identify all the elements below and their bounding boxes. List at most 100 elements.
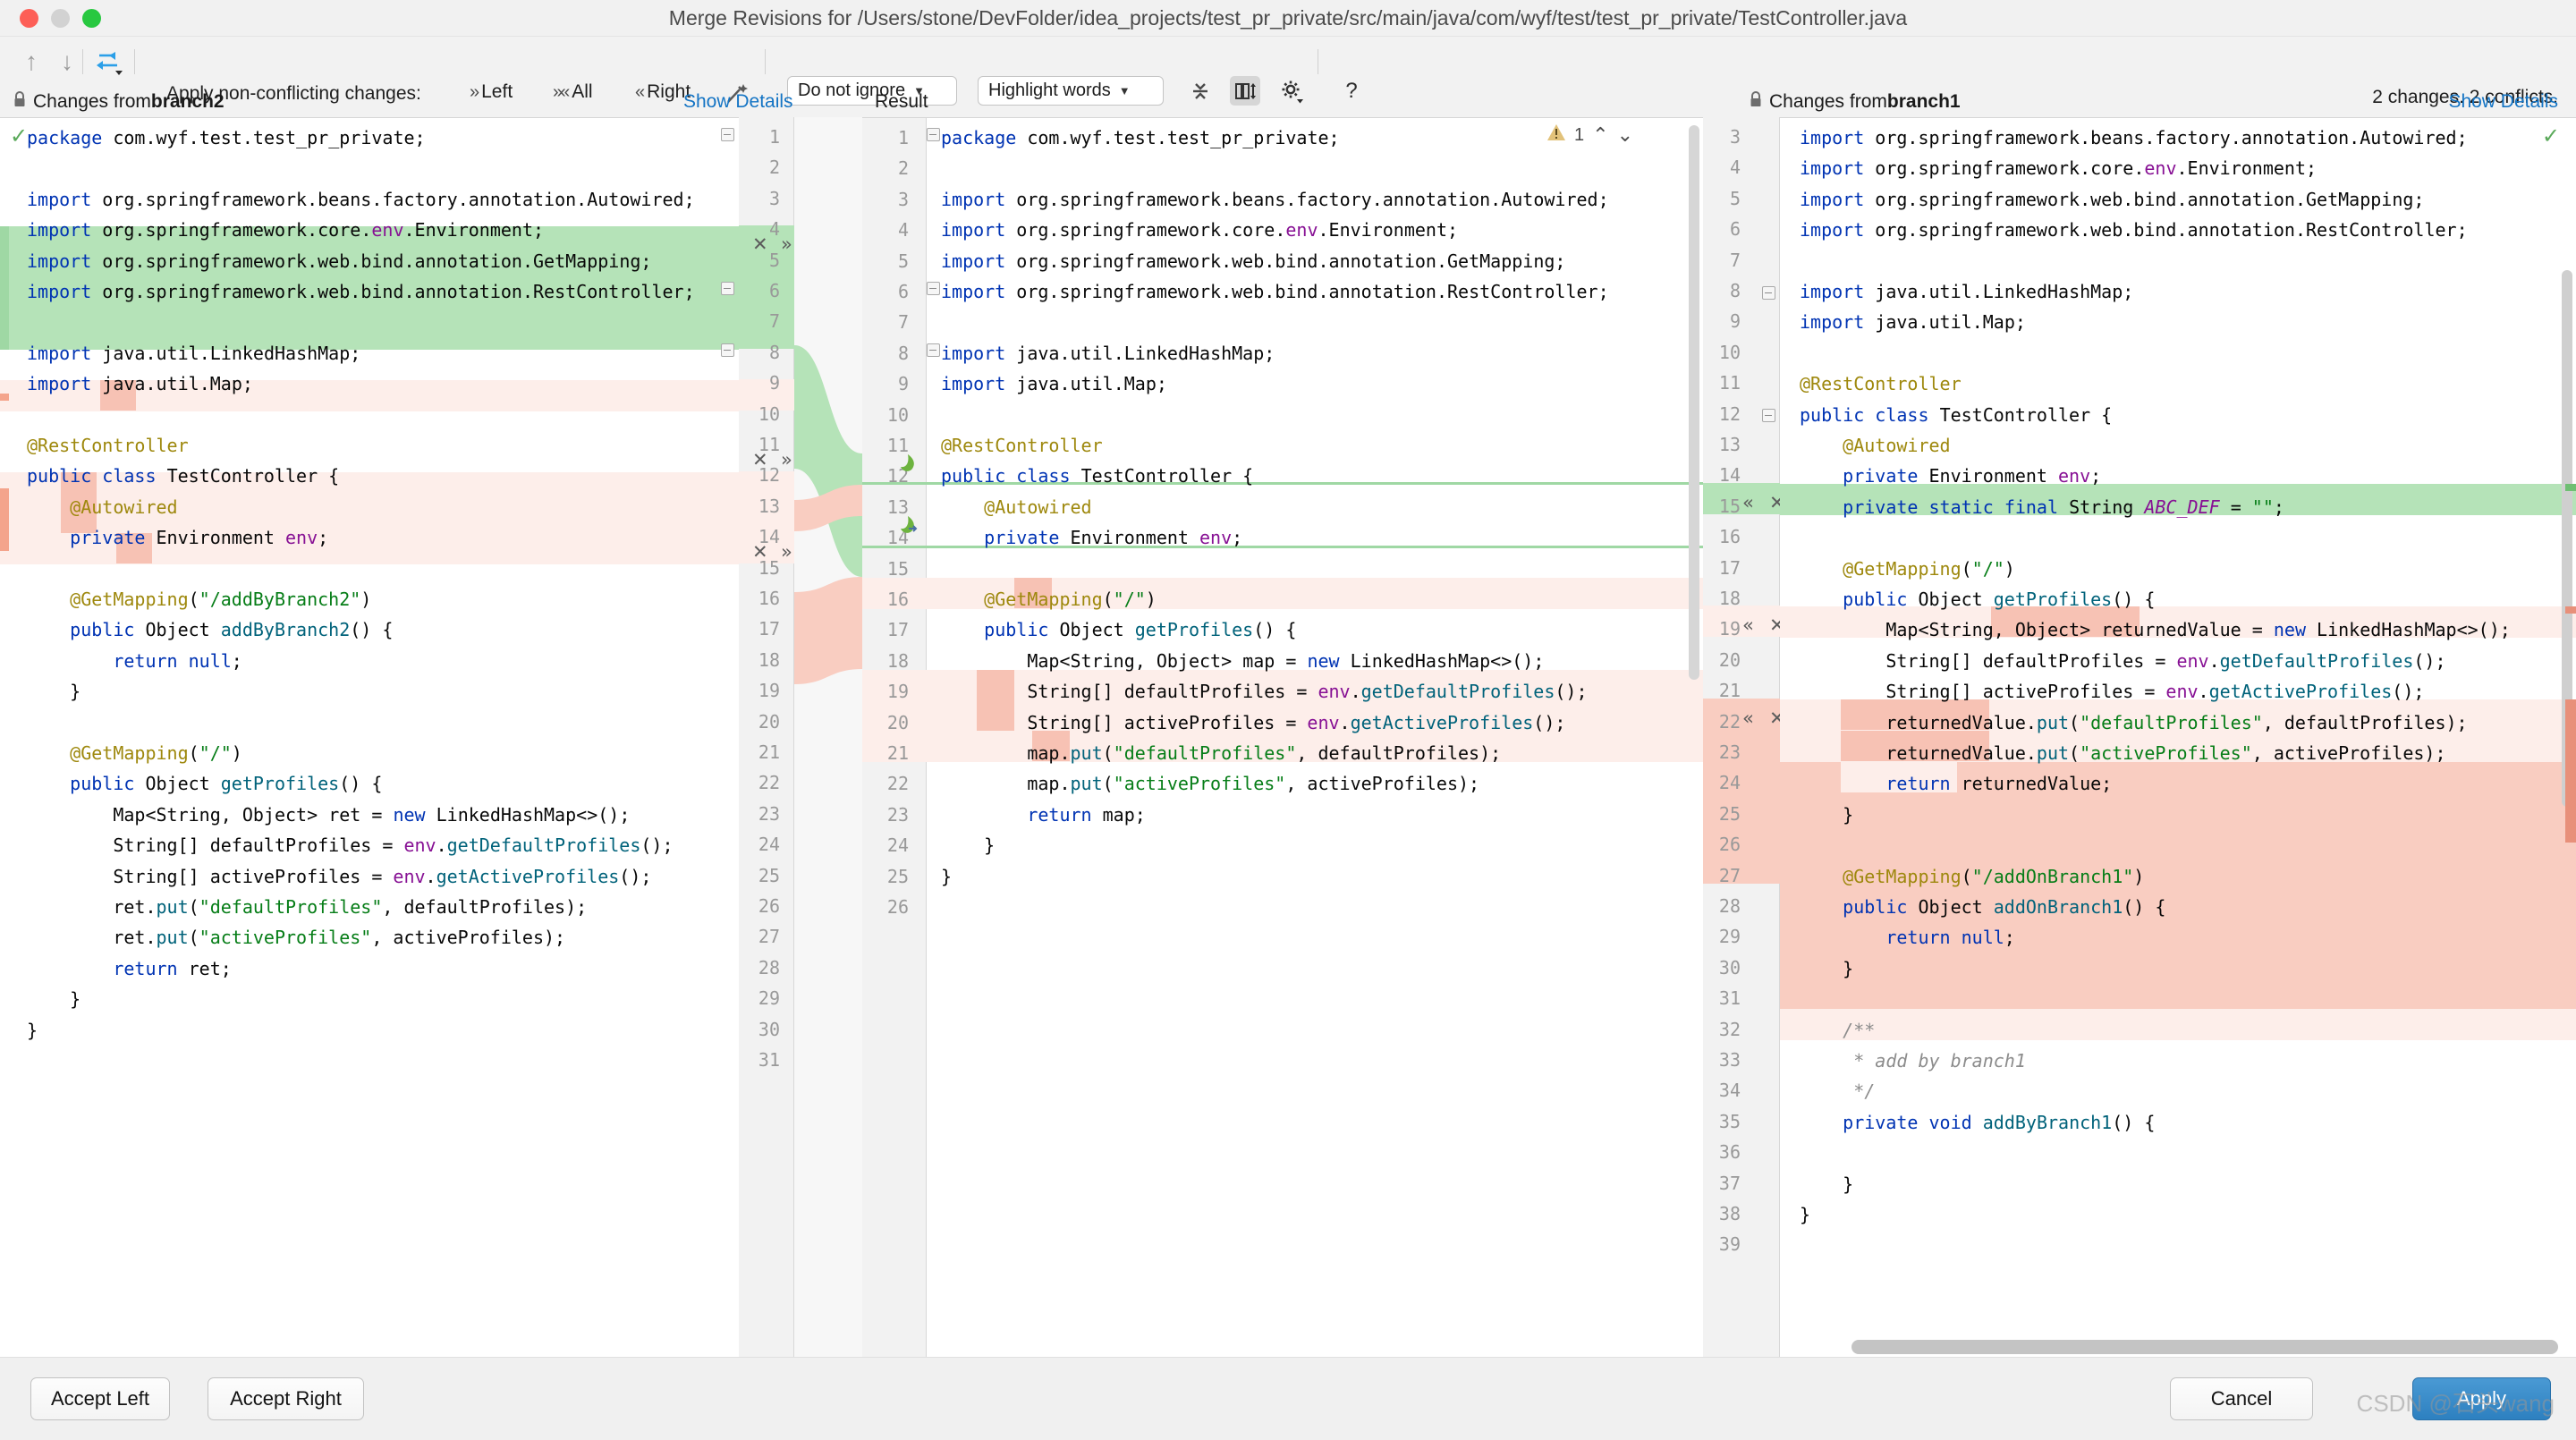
left-editor[interactable]: ✓ package com.wyf.test.test_pr_private;i… bbox=[0, 117, 739, 1368]
code-line: returnedValue.put("defaultProfiles", def… bbox=[1800, 707, 2468, 738]
line-number: 8 bbox=[862, 338, 909, 368]
toolbar: ↑ ↓ Apply non-conflicting changes: » Lef… bbox=[0, 37, 2576, 87]
left-show-details-link[interactable]: Show Details bbox=[683, 87, 793, 117]
fold-icon[interactable] bbox=[927, 128, 940, 141]
code-line: } bbox=[1800, 800, 1853, 830]
code-line: import org.springframework.beans.factory… bbox=[941, 184, 1609, 215]
accept-change-left-icon[interactable]: « bbox=[1742, 610, 1754, 640]
accept-change-right-icon[interactable]: » bbox=[781, 537, 792, 567]
line-number: 4 bbox=[1703, 152, 1741, 182]
line-number: 21 bbox=[862, 738, 909, 768]
line-number: 34 bbox=[1703, 1075, 1741, 1105]
apply-left-button[interactable]: » Left bbox=[470, 81, 513, 103]
cancel-button[interactable]: Cancel bbox=[2170, 1377, 2313, 1420]
previous-difference-icon[interactable]: ↑ bbox=[16, 47, 47, 77]
code-line: String[] defaultProfiles = env.getDefaul… bbox=[941, 676, 1588, 707]
line-number: 17 bbox=[1703, 553, 1741, 583]
code-line: return null; bbox=[1800, 922, 2015, 953]
inspection-widget[interactable]: 1 ⌃ ⌄ bbox=[1546, 123, 1633, 147]
highlight-policy-select[interactable]: Highlight words ▼ bbox=[978, 76, 1164, 106]
line-number: 20 bbox=[862, 707, 909, 738]
spring-bean-navigate-icon[interactable] bbox=[898, 515, 918, 539]
accept-right-button[interactable]: Accept Right bbox=[208, 1377, 364, 1420]
line-number: 10 bbox=[862, 400, 909, 430]
right-conflict-line-36 bbox=[1780, 1009, 2576, 1040]
line-number: 28 bbox=[1703, 891, 1741, 921]
left-change-marker-conflict-1 bbox=[0, 394, 9, 401]
center-editor[interactable]: 1234567891011121314151617181920212223242… bbox=[862, 117, 1703, 1368]
next-difference-icon[interactable]: ↓ bbox=[52, 47, 82, 77]
code-line: public Object getProfiles() { bbox=[27, 768, 382, 799]
revert-change-icon[interactable]: ✕ bbox=[752, 229, 768, 259]
code-line: @Autowired bbox=[941, 492, 1092, 522]
line-number: 29 bbox=[1703, 921, 1741, 952]
fold-icon[interactable] bbox=[721, 282, 734, 295]
code-line: @GetMapping("/") bbox=[1800, 554, 2015, 584]
accept-change-right-icon[interactable]: » bbox=[781, 445, 792, 475]
right-marker-added bbox=[2565, 484, 2576, 491]
line-number: 18 bbox=[862, 646, 909, 676]
apply-button[interactable]: Apply bbox=[2412, 1377, 2551, 1420]
apply-all-button[interactable]: »« All bbox=[553, 81, 593, 103]
line-number: 5 bbox=[862, 246, 909, 276]
line-number: 10 bbox=[1703, 337, 1741, 368]
code-line: } bbox=[1800, 1169, 1853, 1199]
inspection-prev-icon[interactable]: ⌃ bbox=[1592, 123, 1608, 147]
code-line: package com.wyf.test.test_pr_private; bbox=[941, 123, 1340, 153]
fold-icon[interactable] bbox=[721, 343, 734, 357]
code-line: @Autowired bbox=[1800, 430, 1951, 461]
code-line: * add by branch1 bbox=[1800, 1046, 2026, 1076]
inspection-count: 1 bbox=[1574, 125, 1584, 146]
center-vertical-scrollbar[interactable] bbox=[1689, 125, 1699, 680]
fold-icon[interactable] bbox=[927, 343, 940, 357]
lock-icon bbox=[13, 90, 27, 114]
apply-right-button[interactable]: « Right bbox=[635, 81, 691, 103]
right-show-details-link[interactable]: Show Details bbox=[2448, 87, 2558, 117]
code-line: map.put("activeProfiles", activeProfiles… bbox=[941, 768, 1479, 799]
left-change-marker-added bbox=[0, 226, 9, 350]
chevron-left-double-icon: « bbox=[635, 82, 642, 103]
code-line: String[] activeProfiles = env.getActiveP… bbox=[1800, 676, 2424, 707]
fold-icon[interactable] bbox=[1762, 286, 1775, 300]
code-line: public Object addByBranch2() { bbox=[27, 614, 393, 645]
line-number: 11 bbox=[1703, 368, 1741, 398]
revert-change-icon[interactable]: ✕ bbox=[752, 537, 768, 567]
fold-icon[interactable] bbox=[1762, 409, 1775, 422]
toggle-side-by-side-icon[interactable] bbox=[1230, 76, 1260, 106]
apply-all-changes-icon[interactable] bbox=[94, 47, 124, 76]
spring-bean-icon[interactable] bbox=[898, 453, 918, 478]
right-horizontal-scrollbar[interactable] bbox=[1852, 1340, 2558, 1354]
accept-change-left-icon[interactable]: « bbox=[1742, 487, 1754, 518]
right-marker-conflict-1 bbox=[2565, 606, 2576, 614]
code-line: private Environment env; bbox=[1800, 461, 2101, 491]
line-number: 32 bbox=[1703, 1014, 1741, 1045]
ignore-policy-select[interactable]: Do not ignore ▼ bbox=[787, 76, 957, 106]
accept-left-button[interactable]: Accept Left bbox=[30, 1377, 170, 1420]
line-number: 39 bbox=[1703, 1229, 1741, 1259]
code-line: import org.springframework.web.bind.anno… bbox=[1800, 215, 2468, 245]
accept-change-right-icon[interactable]: » bbox=[781, 229, 792, 259]
code-line: } bbox=[1800, 1199, 1810, 1230]
line-number: 1 bbox=[862, 123, 909, 153]
code-line: return ret; bbox=[27, 953, 232, 984]
help-icon[interactable]: ? bbox=[1337, 78, 1366, 105]
code-line: package com.wyf.test.test_pr_private; bbox=[27, 123, 426, 153]
code-line: import org.springframework.core.env.Envi… bbox=[27, 215, 544, 245]
code-line: } bbox=[1800, 953, 1853, 984]
fold-icon[interactable] bbox=[721, 128, 734, 141]
code-line: public class TestController { bbox=[1800, 400, 2112, 430]
fold-icon[interactable] bbox=[927, 282, 940, 295]
code-line: public class TestController { bbox=[27, 461, 339, 491]
revert-change-icon[interactable]: ✕ bbox=[752, 445, 768, 475]
right-editor[interactable]: import org.springframework.beans.factory… bbox=[1780, 117, 2576, 1368]
code-line: ret.put("defaultProfiles", defaultProfil… bbox=[27, 892, 587, 922]
collapse-unchanged-icon[interactable] bbox=[1185, 76, 1216, 106]
settings-gear-icon[interactable] bbox=[1276, 76, 1307, 106]
left-status-check-icon: ✓ bbox=[10, 123, 28, 149]
line-number: 38 bbox=[1703, 1199, 1741, 1229]
accept-change-left-icon[interactable]: « bbox=[1742, 703, 1754, 733]
line-number: 13 bbox=[1703, 429, 1741, 460]
inspection-next-icon[interactable]: ⌄ bbox=[1617, 123, 1633, 147]
line-number: 26 bbox=[1703, 829, 1741, 860]
code-line: Map<String, Object> map = new LinkedHash… bbox=[941, 646, 1544, 676]
